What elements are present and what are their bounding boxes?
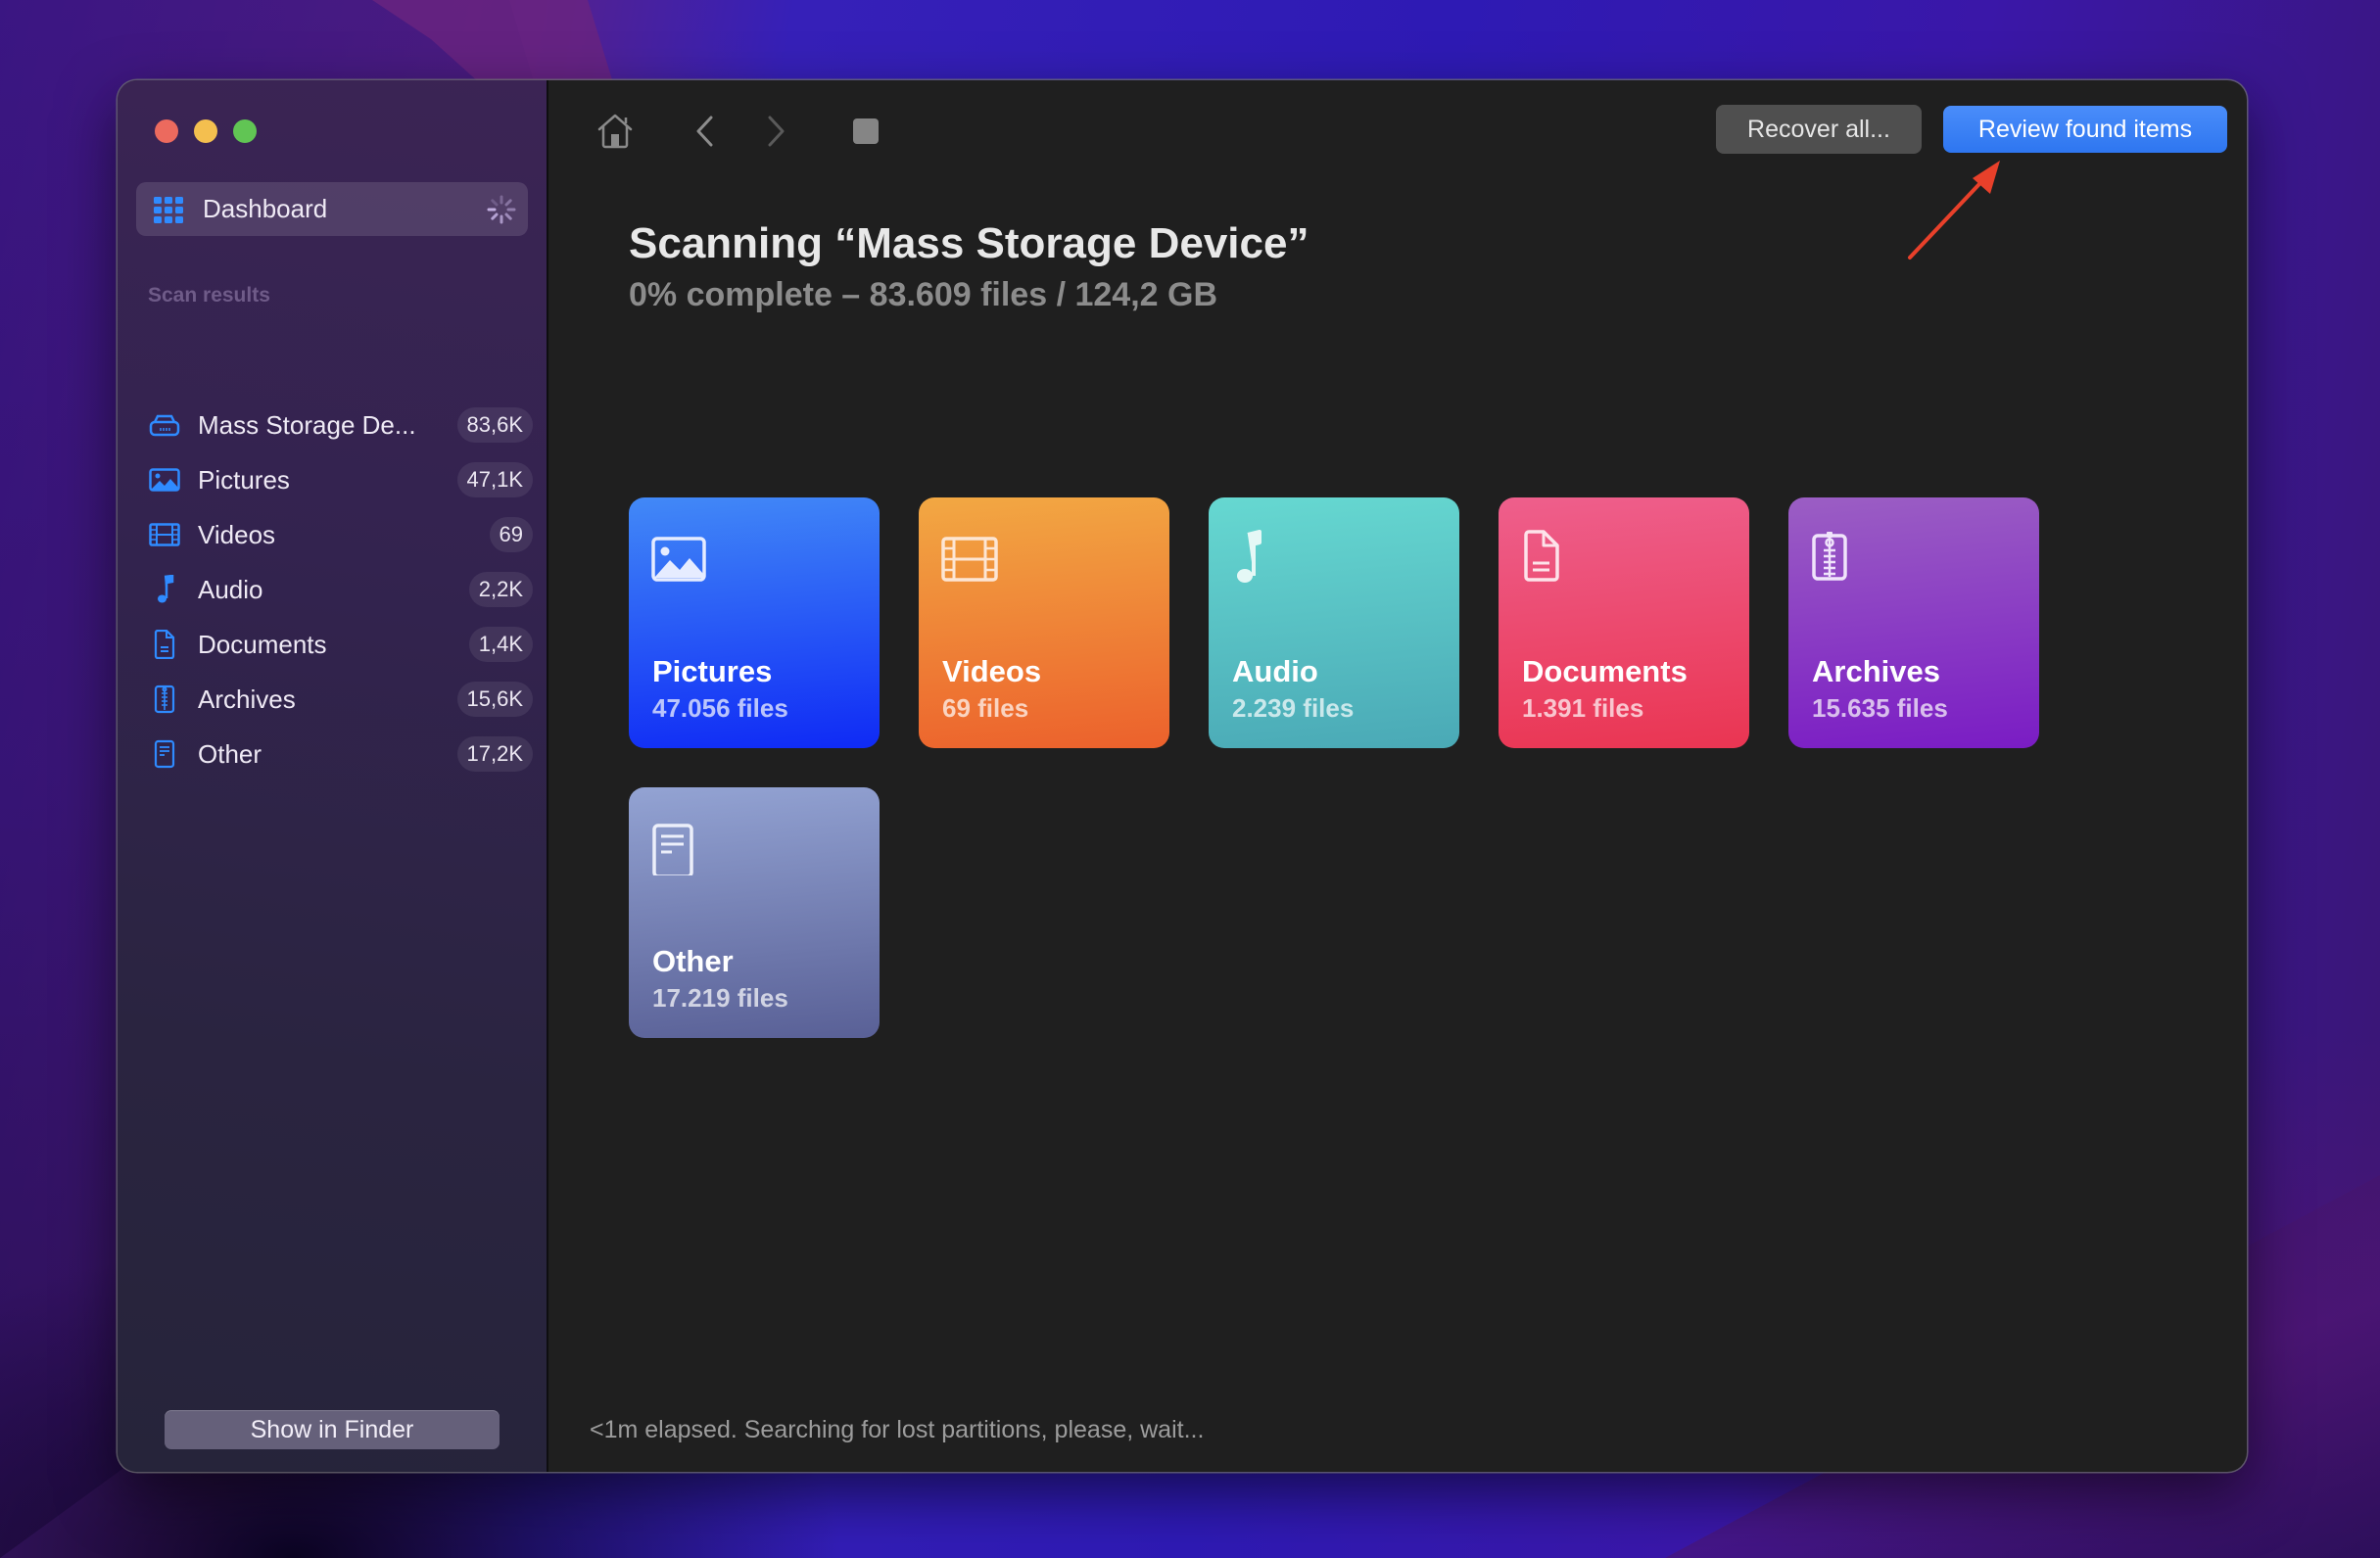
- scan-status-text: <1m elapsed. Searching for lost partitio…: [590, 1416, 1205, 1443]
- scan-progress-summary: 0% complete – 83.609 files / 124,2 GB: [629, 276, 1217, 313]
- chevron-left-icon: [696, 116, 713, 147]
- app-window: Dashboard Scan results Mass Storage De..…: [118, 80, 2247, 1472]
- sidebar-item-label: Archives: [198, 684, 296, 714]
- sidebar-item-label: Audio: [198, 574, 263, 604]
- category-name: Archives: [1812, 654, 1940, 688]
- category-file-count: 47.056 files: [652, 693, 788, 723]
- category-card-archives[interactable]: Archives 15.635 files: [1788, 497, 2039, 748]
- category-card-documents[interactable]: Documents 1.391 files: [1499, 497, 1749, 748]
- item-count-badge: 83,6K: [456, 407, 533, 443]
- category-file-count: 15.635 files: [1812, 693, 1948, 723]
- minimize-window-button[interactable]: [194, 119, 217, 143]
- item-count-badge: 69: [489, 517, 533, 552]
- film-icon: [941, 537, 998, 582]
- archive-zip-icon: [1812, 532, 1847, 581]
- sidebar-item-label: Mass Storage De...: [198, 409, 416, 440]
- picture-icon: [149, 464, 180, 496]
- close-window-button[interactable]: [155, 119, 178, 143]
- category-file-count: 17.219 files: [652, 983, 788, 1013]
- item-count-badge: 17,2K: [456, 736, 533, 772]
- sidebar-item-mass-storage-device[interactable]: Mass Storage De... 83,6K: [149, 398, 541, 452]
- annotation-arrow-icon: [1908, 161, 2000, 260]
- document-icon: [149, 629, 180, 660]
- music-note-icon: [149, 574, 180, 605]
- window-controls: [155, 119, 257, 143]
- sidebar-item-label: Dashboard: [203, 194, 328, 223]
- sidebar-item-label: Documents: [198, 629, 327, 659]
- category-file-count: 2.239 files: [1232, 693, 1355, 723]
- category-card-other[interactable]: Other 17.219 files: [629, 787, 880, 1038]
- sidebar: Dashboard Scan results Mass Storage De..…: [118, 80, 548, 1472]
- home-icon: [597, 114, 633, 149]
- film-icon: [149, 519, 180, 550]
- category-name: Audio: [1232, 654, 1318, 688]
- recover-all-button[interactable]: Recover all...: [1716, 105, 1922, 154]
- back-button[interactable]: [684, 110, 727, 153]
- drive-icon: [149, 409, 180, 441]
- category-name: Pictures: [652, 654, 773, 688]
- sidebar-item-audio[interactable]: Audio 2,2K: [149, 562, 541, 617]
- other-file-icon: [149, 738, 180, 770]
- sidebar-item-documents[interactable]: Documents 1,4K: [149, 617, 541, 672]
- sidebar-item-pictures[interactable]: Pictures 47,1K: [149, 452, 541, 507]
- item-count-badge: 1,4K: [468, 627, 533, 662]
- scan-results-heading: Scan results: [148, 284, 270, 307]
- page-title: Scanning “Mass Storage Device”: [629, 219, 1309, 267]
- category-card-videos[interactable]: Videos 69 files: [919, 497, 1169, 748]
- item-count-badge: 15,6K: [456, 682, 533, 717]
- category-name: Videos: [942, 654, 1042, 688]
- category-card-pictures[interactable]: Pictures 47.056 files: [629, 497, 880, 748]
- zoom-window-button[interactable]: [233, 119, 257, 143]
- document-icon: [1524, 530, 1559, 582]
- archive-zip-icon: [149, 684, 180, 715]
- category-name: Other: [652, 944, 734, 978]
- category-card-audio[interactable]: Audio 2.239 files: [1209, 497, 1459, 748]
- home-button[interactable]: [594, 110, 637, 153]
- chevron-right-icon: [768, 116, 785, 147]
- other-file-icon: [652, 824, 693, 875]
- sidebar-item-other[interactable]: Other 17,2K: [149, 727, 541, 781]
- sidebar-item-label: Other: [198, 738, 262, 769]
- sidebar-item-videos[interactable]: Videos 69: [149, 507, 541, 562]
- stop-icon: [853, 118, 879, 144]
- category-file-count: 1.391 files: [1522, 693, 1644, 723]
- picture-icon: [651, 537, 706, 582]
- category-name: Documents: [1522, 654, 1688, 688]
- category-file-count: 69 files: [942, 693, 1029, 723]
- main-content: Recover all... Review found items Scanni…: [550, 80, 2247, 1472]
- loading-spinner-icon: [487, 195, 516, 224]
- item-count-badge: 47,1K: [456, 462, 533, 497]
- forward-button[interactable]: [754, 110, 797, 153]
- item-count-badge: 2,2K: [468, 572, 533, 607]
- music-note-icon: [1237, 530, 1261, 583]
- review-found-items-button[interactable]: Review found items: [1943, 106, 2227, 153]
- show-in-finder-button[interactable]: Show in Finder: [165, 1410, 500, 1449]
- scan-results-list: Mass Storage De... 83,6K Pictures 47,1K …: [149, 398, 541, 781]
- grid-icon: [154, 196, 183, 223]
- sidebar-item-label: Pictures: [198, 464, 290, 495]
- sidebar-item-label: Videos: [198, 519, 276, 549]
- sidebar-item-archives[interactable]: Archives 15,6K: [149, 672, 541, 727]
- sidebar-item-dashboard[interactable]: Dashboard: [136, 182, 528, 236]
- stop-scan-button[interactable]: [844, 110, 887, 153]
